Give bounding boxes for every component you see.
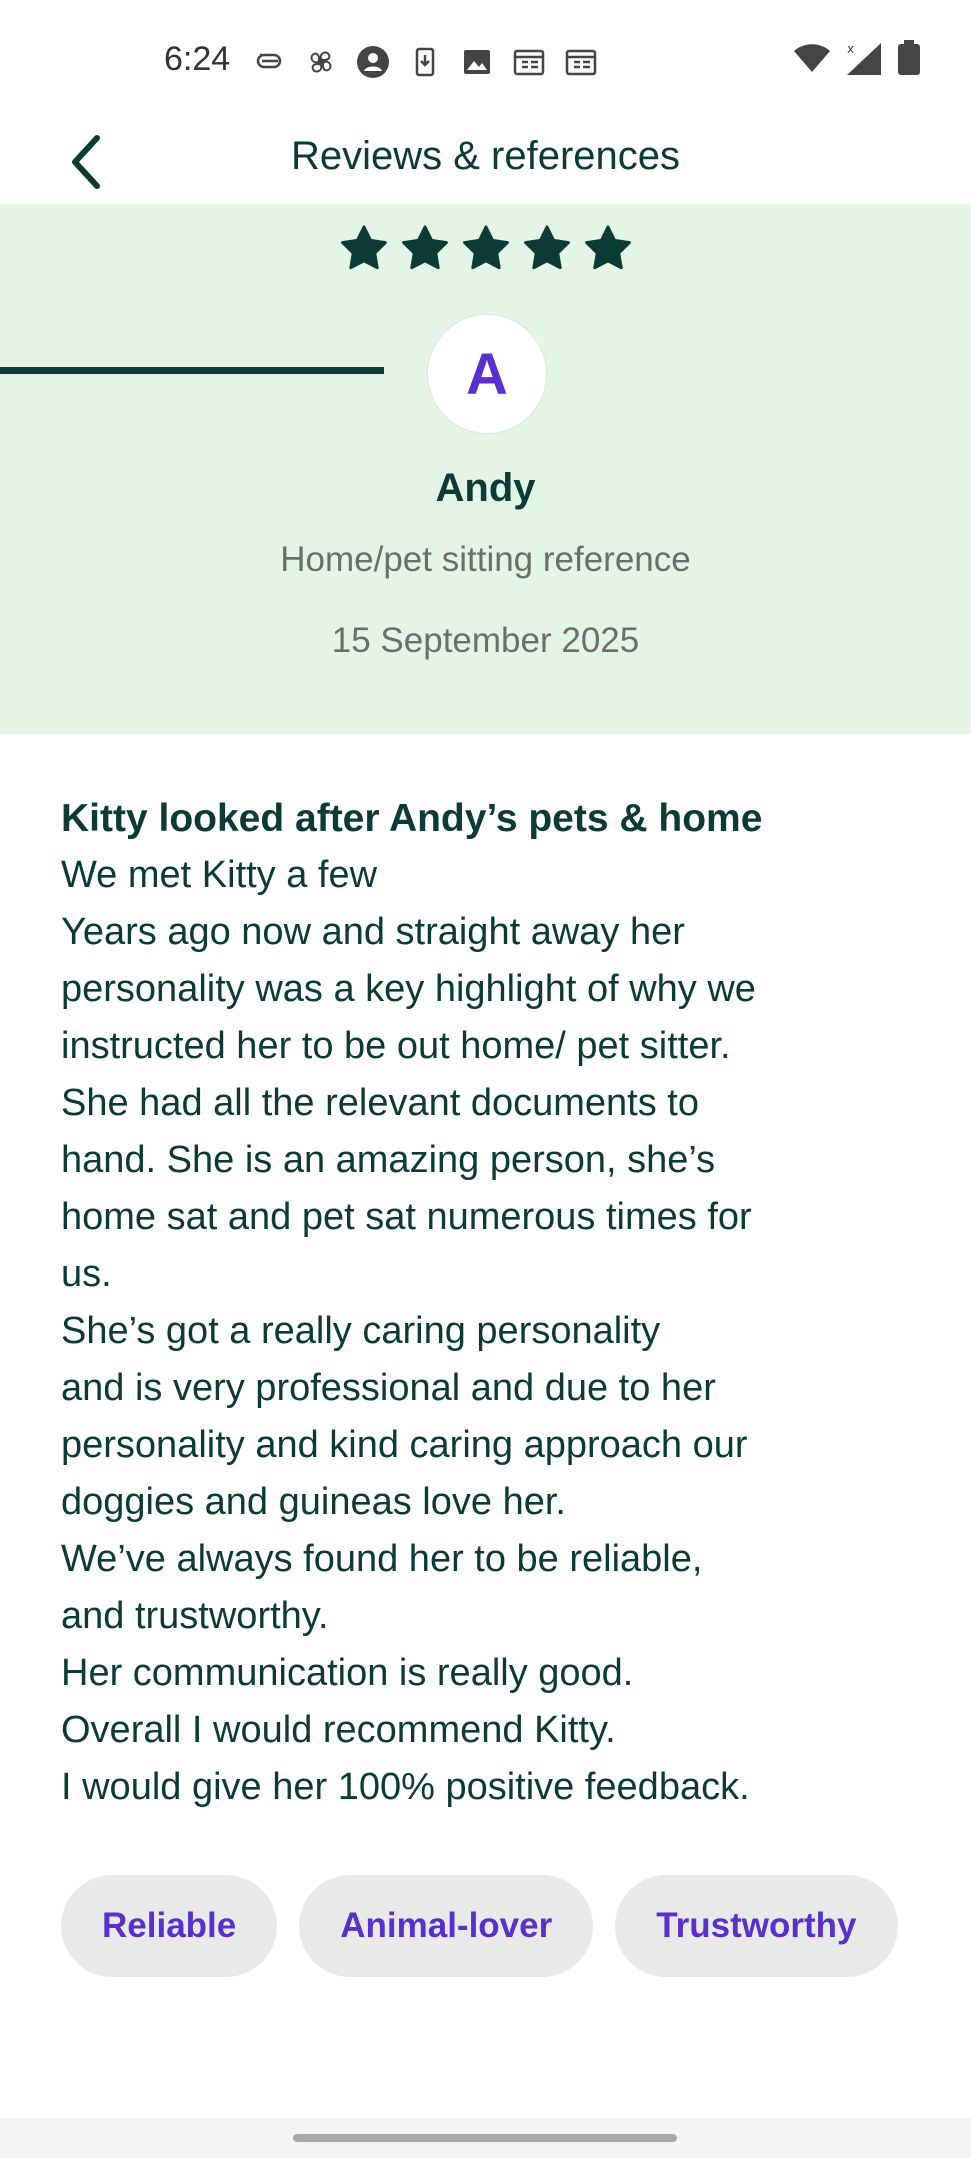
system-icons: x [793,40,921,76]
page-title: Reviews & references [290,134,681,178]
download-icon [415,47,435,77]
star-icon [340,225,387,270]
calendar-icon [565,49,597,76]
svg-text:x: x [847,42,854,56]
app-header: Reviews & references [0,120,971,204]
review-line: Her communication is really good. [61,1652,634,1694]
review-body: Kitty looked after Andy’s pets & home We… [61,790,941,1816]
tag-animal-lover: Animal-lover [299,1875,594,1977]
link-icon [256,53,282,69]
battery-icon [898,40,920,75]
review-line: We’ve always found her to be reliable, [61,1538,703,1580]
image-icon [464,50,490,74]
signal-icon: x [847,42,881,75]
star-rating [0,224,971,272]
star-icon [462,225,509,270]
review-line: and is very professional and due to her [61,1367,716,1409]
review-line: Years ago now and straight away her [61,911,685,953]
star-icon [584,225,631,270]
review-line: We met Kitty a few [61,854,378,896]
tag-reliable: Reliable [61,1875,278,1977]
wifi-icon [794,44,830,72]
trait-tags: Reliable Animal-lover Trustworthy [61,1875,921,1977]
tag-trustworthy: Trustworthy [615,1875,898,1977]
review-line: personality and kind caring approach our [61,1424,748,1466]
account-icon [357,46,389,78]
review-line: Overall I would recommend Kitty. [61,1709,616,1751]
review-line: hand. She is an amazing person, she’s [61,1139,716,1181]
review-line: She’s got a really caring personality [61,1310,661,1352]
reference-type: Home/pet sitting reference [280,540,691,579]
star-icon [523,225,570,270]
review-line: instructed her to be out home/ pet sitte… [61,1025,731,1067]
fan-icon [310,51,332,73]
home-indicator[interactable] [293,2134,677,2142]
review-date: 15 September 2025 [331,621,640,660]
review-line: I would give her 100% positive feedback. [61,1766,750,1808]
avatar: A [427,314,547,434]
review-line: doggies and guineas love her. [61,1481,566,1523]
review-heading: Kitty looked after Andy’s pets & home [61,797,763,840]
review-line: us. [61,1253,112,1295]
decorative-line [0,367,384,374]
review-line: and trustworthy. [61,1595,329,1637]
review-line: home sat and pet sat numerous times for [61,1196,752,1238]
review-hero: A Andy Home/pet sitting reference 15 Sep… [0,204,971,734]
calendar-icon [513,49,545,76]
status-time: 6:24 [164,40,231,78]
review-line: personality was a key highlight of why w… [61,968,756,1010]
review-line: She had all the relevant documents to [61,1082,699,1124]
status-bar: 6:24 x [0,0,971,120]
star-icon [401,225,448,270]
notification-icons [252,44,598,80]
reviewer-name: Andy [435,466,536,510]
